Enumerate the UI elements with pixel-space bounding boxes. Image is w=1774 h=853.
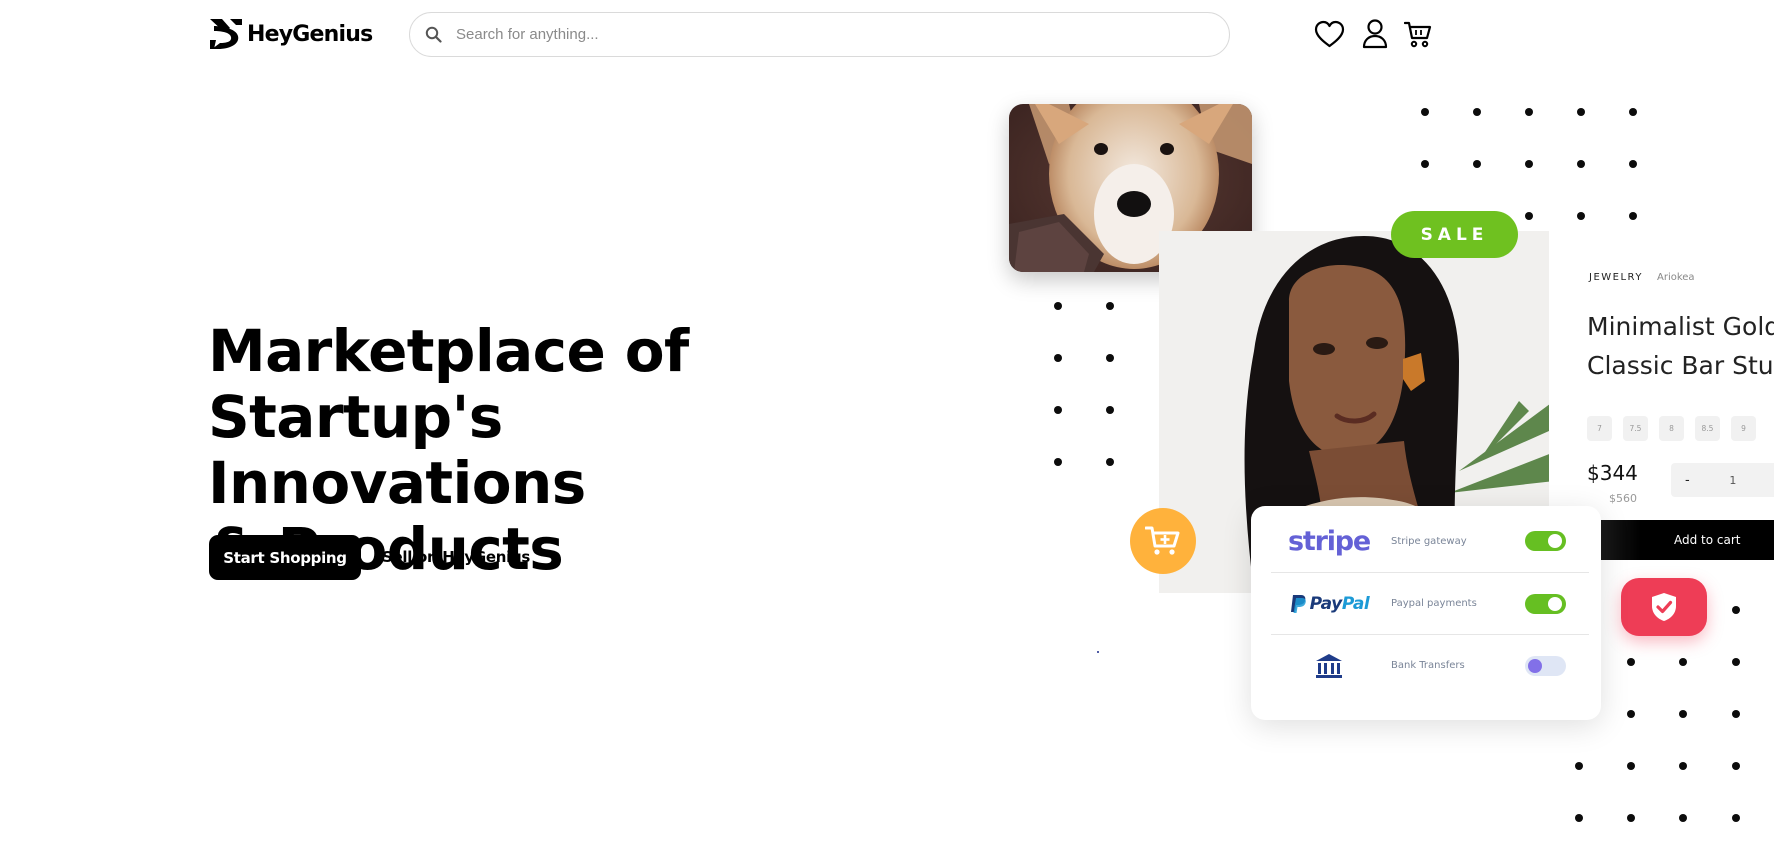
stripe-logo-text: stripe: [1288, 525, 1371, 557]
paypal-logo-text-pay: Pay: [1309, 593, 1343, 614]
decorative-dot: [1732, 814, 1740, 822]
payment-label: Stripe gateway: [1391, 535, 1467, 547]
wishlist-button[interactable]: [1313, 18, 1345, 50]
decorative-dot: [1577, 108, 1585, 116]
bank-logo: [1271, 653, 1387, 679]
decorative-dot: [1679, 814, 1687, 822]
payment-row-stripe: stripe Stripe gateway: [1271, 510, 1589, 572]
search-input[interactable]: [456, 26, 1216, 43]
decorative-dot: [1627, 762, 1635, 770]
add-cart-bubble[interactable]: [1130, 508, 1196, 574]
decorative-dot: [1627, 814, 1635, 822]
decorative-dot: [1473, 108, 1481, 116]
decorative-dot: [1106, 354, 1114, 362]
sell-on-heygenius-link[interactable]: Sell on HeyGenius: [382, 548, 530, 566]
decorative-dot: [1421, 108, 1429, 116]
payment-row-paypal: PayPal Paypal payments: [1271, 572, 1589, 634]
decorative-dot: [1575, 814, 1583, 822]
decorative-dot: [1577, 160, 1585, 168]
payment-label: Bank Transfers: [1391, 660, 1465, 671]
decorative-dot: [1106, 302, 1114, 310]
security-badge: [1621, 578, 1707, 636]
decorative-dot: [1627, 658, 1635, 666]
decorative-dot: [1679, 658, 1687, 666]
product-title: Minimalist Gold Classic Bar Stud: [1587, 307, 1774, 385]
logo-mark-icon: [210, 19, 242, 49]
stripe-toggle[interactable]: [1525, 531, 1566, 551]
hero-title-line: Marketplace of: [208, 317, 689, 385]
qty-value[interactable]: 1: [1729, 474, 1736, 487]
size-option[interactable]: 8: [1659, 416, 1684, 441]
decorative-dot: [1629, 108, 1637, 116]
decorative-dot: [1679, 710, 1687, 718]
decorative-dot: [1054, 354, 1062, 362]
brand-logo[interactable]: HeyGenius: [208, 16, 373, 52]
product-brand[interactable]: Ariokea: [1657, 272, 1695, 283]
decorative-dot: [1525, 160, 1533, 168]
product-old-price: $560: [1609, 492, 1637, 505]
decorative-dot: [1732, 762, 1740, 770]
size-option[interactable]: 7.5: [1623, 416, 1648, 441]
paypal-toggle[interactable]: [1525, 593, 1566, 614]
decorative-dot: [1627, 710, 1635, 718]
heart-icon: [1314, 20, 1344, 48]
quantity-stepper: - 1 +: [1671, 463, 1774, 497]
decorative-dot: [1106, 458, 1114, 466]
payment-row-bank: Bank Transfers: [1271, 634, 1589, 696]
decorative-dot: [1525, 212, 1533, 220]
decorative-dot: [1054, 458, 1062, 466]
decorative-dot: [1577, 212, 1585, 220]
start-shopping-button[interactable]: Start Shopping: [209, 535, 361, 580]
bank-transfer-toggle[interactable]: [1525, 655, 1566, 676]
size-options: 7 7.5 8 8.5 9: [1587, 416, 1756, 441]
product-title-line: Classic Bar Stud: [1587, 351, 1774, 380]
paypal-logo: PayPal: [1271, 594, 1387, 614]
decorative-dot: [1525, 108, 1533, 116]
payment-label: Paypal payments: [1391, 598, 1477, 609]
decorative-dot: [1732, 606, 1740, 614]
cart-plus-icon: [1145, 526, 1180, 555]
payment-methods-card: stripe Stripe gateway PayPal Paypal paym…: [1251, 506, 1601, 720]
decorative-dot: [1679, 762, 1687, 770]
decorative-dot: [1575, 762, 1583, 770]
product-title-line: Minimalist Gold: [1587, 312, 1774, 341]
size-option[interactable]: 8.5: [1695, 416, 1720, 441]
brand-name: HeyGenius: [247, 21, 373, 47]
qty-decrement-button[interactable]: -: [1685, 473, 1690, 488]
search-bar[interactable]: [409, 12, 1230, 57]
bank-icon: [1316, 653, 1342, 678]
cart-icon: [1404, 21, 1432, 48]
decorative-dot: [1629, 212, 1637, 220]
search-icon: [425, 26, 442, 43]
page: HeyGenius Marketplace of Startup's Innov…: [0, 0, 1774, 853]
user-icon: [1362, 19, 1388, 49]
decorative-dot: [1629, 160, 1637, 168]
decorative-dot: [1732, 658, 1740, 666]
decorative-dot: [1097, 651, 1099, 653]
paypal-icon: [1290, 594, 1306, 613]
paypal-logo-text-pal: Pal: [1341, 593, 1370, 614]
shield-check-icon: [1652, 593, 1676, 621]
decorative-dot: [1054, 406, 1062, 414]
stripe-logo: stripe: [1271, 526, 1387, 557]
product-price: $344: [1587, 461, 1638, 485]
product-category: JEWELRY: [1589, 272, 1643, 283]
hero-title-line: Startup's Innovations: [208, 383, 586, 517]
size-option[interactable]: 9: [1731, 416, 1756, 441]
add-to-cart-button[interactable]: Add to cart: [1601, 520, 1774, 560]
decorative-dot: [1054, 302, 1062, 310]
account-button[interactable]: [1359, 18, 1391, 50]
decorative-dot: [1732, 710, 1740, 718]
decorative-dot: [1106, 406, 1114, 414]
decorative-dot: [1473, 160, 1481, 168]
cart-button[interactable]: [1402, 18, 1434, 50]
sale-badge: SALE: [1391, 211, 1518, 258]
size-option[interactable]: 7: [1587, 416, 1612, 441]
decorative-dot: [1421, 160, 1429, 168]
